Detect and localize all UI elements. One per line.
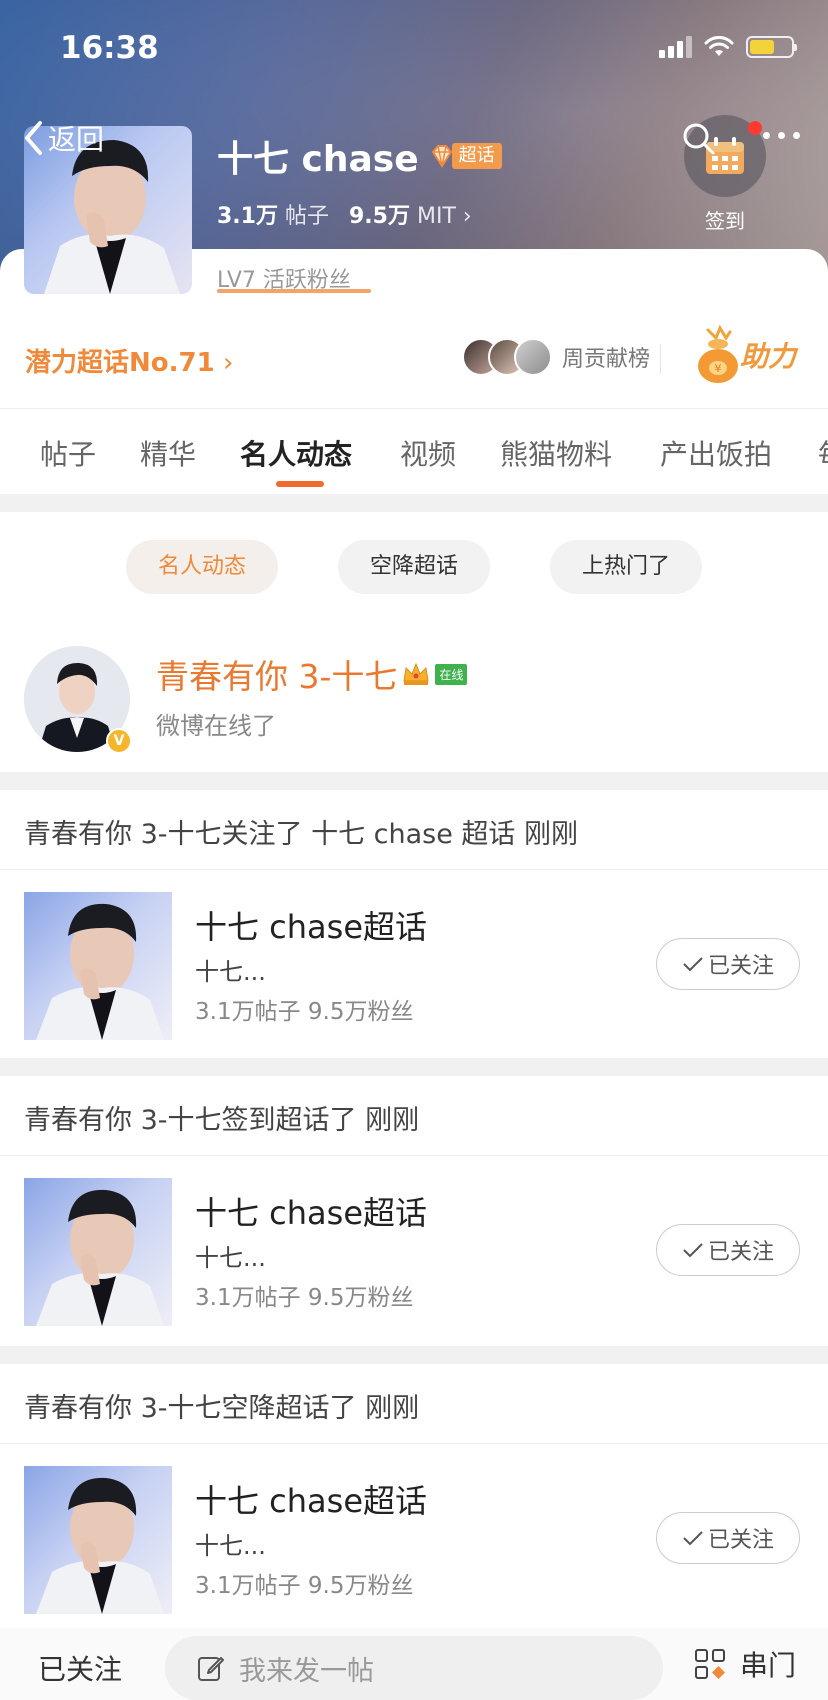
bottom-action-bar: 已关注 我来发一帖 串门 <box>0 1628 828 1700</box>
status-icons <box>659 36 797 58</box>
checkin-label: 签到 <box>705 209 745 233</box>
followed-status-button[interactable]: 已关注 <box>38 1648 122 1688</box>
chevron-left-icon <box>25 121 42 155</box>
followed-label: 已关注 <box>707 1240 774 1265</box>
filter-celebrity-news[interactable]: 名人动态 <box>126 540 278 594</box>
checkmark-icon <box>683 1243 703 1258</box>
tab-featured[interactable]: 精华 <box>140 433 196 473</box>
potential-rank[interactable]: 潜力超话No.71 › <box>25 342 233 379</box>
visit-button[interactable]: 串门 <box>694 1644 796 1684</box>
tab-bar: 帖子 精华 名人动态 视频 熊猫物料 产出饭拍 每 <box>0 408 828 494</box>
followed-button[interactable]: 已关注 <box>656 1224 800 1276</box>
fan-level[interactable]: LV7 活跃粉丝 <box>217 262 351 300</box>
help-label: 助力 <box>740 340 797 373</box>
edit-icon <box>198 1657 224 1681</box>
topic-card-title: 十七 chase超话 <box>195 1194 428 1232</box>
visit-label: 串门 <box>740 1649 797 1682</box>
money-bag-icon: ¥ <box>698 324 738 383</box>
online-badge: 在线 <box>435 663 468 685</box>
tab-posts[interactable]: 帖子 <box>40 433 96 473</box>
posts-stat: 3.1万 帖子 <box>217 204 329 229</box>
chevron-right-icon: › <box>214 348 234 378</box>
topic-card-title: 十七 chase超话 <box>195 908 428 946</box>
topic-title: 十七 chase <box>217 139 419 180</box>
status-bar: 16:38 <box>0 0 828 100</box>
svg-text:¥: ¥ <box>715 362 722 375</box>
activity-header: 青春有你 3-十七关注了 十七 chase 超话 刚刚 <box>0 790 828 870</box>
tab-celebrity-news[interactable]: 名人动态 <box>240 433 352 473</box>
tab-more[interactable]: 每 <box>818 433 828 473</box>
filter-row: 名人动态 空降超话 上热门了 <box>0 540 828 596</box>
super-topic-label: 超话 <box>451 143 502 169</box>
back-label: 返回 <box>48 123 105 156</box>
activity-text: 青春有你 3-十七关注了 十七 chase 超话 刚刚 <box>24 819 579 850</box>
super-topic-badge: 超话 <box>429 141 502 171</box>
back-button[interactable]: 返回 <box>22 118 104 158</box>
topic-card[interactable]: 十七 chase超话 十七... 3.1万帖子 9.5万粉丝 已关注 <box>0 1156 828 1346</box>
topic-card-stats: 3.1万帖子 9.5万粉丝 <box>195 1285 414 1311</box>
topic-card-stats: 3.1万帖子 9.5万粉丝 <box>195 1573 414 1599</box>
fans-stat: 9.5万 MIT › <box>349 204 472 229</box>
topic-thumbnail <box>24 1466 172 1614</box>
section-divider <box>0 494 828 512</box>
topic-card[interactable]: 十七 chase超话 十七... 3.1万帖子 9.5万粉丝 已关注 <box>0 870 828 1060</box>
crown-icon <box>403 662 429 685</box>
level-underline <box>217 289 371 293</box>
topic-card-subtitle: 十七... <box>195 958 266 986</box>
topic-thumbnail <box>24 1178 172 1326</box>
followed-label: 已关注 <box>707 954 774 979</box>
tab-fan-photos[interactable]: 产出饭拍 <box>660 433 772 473</box>
topic-card-stats: 3.1万帖子 9.5万粉丝 <box>195 999 414 1025</box>
activity-header: 青春有你 3-十七签到超话了 刚刚 <box>0 1076 828 1156</box>
grid-icon <box>695 1649 725 1679</box>
celebrity-name-row: 青春有你 3-十七 在线 <box>156 650 468 698</box>
filter-trending[interactable]: 上热门了 <box>550 540 702 594</box>
more-icon[interactable] <box>763 132 800 139</box>
avatar <box>514 338 552 376</box>
help-boost-button[interactable]: ¥ 助力 <box>690 324 796 386</box>
checkmark-icon <box>683 957 703 972</box>
topic-card-title: 十七 chase超话 <box>195 1482 428 1520</box>
celebrity-name[interactable]: 青春有你 3-十七 <box>156 650 397 698</box>
topic-card[interactable]: 十七 chase超话 十七... 3.1万帖子 9.5万粉丝 已关注 <box>0 1444 828 1634</box>
followed-label: 已关注 <box>707 1528 774 1553</box>
search-icon[interactable] <box>682 122 716 156</box>
status-time: 16:38 <box>60 30 159 66</box>
activity-header: 青春有你 3-十七空降超话了 刚刚 <box>0 1364 828 1444</box>
potential-row: 潜力超话No.71 › 周贡献榜 ¥ 助力 <box>0 310 828 410</box>
contribution-board[interactable]: 周贡献榜 <box>462 338 650 376</box>
filter-airdrop[interactable]: 空降超话 <box>338 540 490 594</box>
battery-icon <box>746 36 797 58</box>
signal-icon <box>659 36 692 58</box>
active-tab-indicator <box>276 481 324 487</box>
tab-panda-materials[interactable]: 熊猫物料 <box>500 433 612 473</box>
section-divider <box>0 772 828 790</box>
tab-videos[interactable]: 视频 <box>400 433 456 473</box>
verified-badge: V <box>106 728 132 754</box>
topic-thumbnail <box>24 892 172 1040</box>
followed-button[interactable]: 已关注 <box>656 938 800 990</box>
chevron-right-icon: › <box>462 204 472 229</box>
post-input[interactable]: 我来发一帖 <box>165 1636 663 1700</box>
topic-card-subtitle: 十七... <box>195 1532 266 1560</box>
diamond-icon <box>431 145 452 168</box>
battery-fill <box>750 40 774 54</box>
celebrity-status: 微博在线了 <box>156 712 276 740</box>
activity-text: 青春有你 3-十七签到超话了 刚刚 <box>24 1105 420 1136</box>
topic-title-row: 十七 chase 超话 <box>217 130 502 182</box>
post-input-placeholder: 我来发一帖 <box>239 1655 374 1687</box>
celebrity-row[interactable]: V 青春有你 3-十七 在线 微博在线了 <box>0 640 828 770</box>
section-divider <box>0 1346 828 1364</box>
section-divider <box>0 1058 828 1076</box>
contribution-label: 周贡献榜 <box>562 347 651 372</box>
topic-stats[interactable]: 3.1万 帖子 9.5万 MIT › <box>217 198 472 230</box>
checkmark-icon <box>683 1531 703 1546</box>
activity-text: 青春有你 3-十七空降超话了 刚刚 <box>24 1393 420 1424</box>
divider <box>660 344 661 374</box>
notification-dot <box>748 121 762 135</box>
wifi-icon <box>704 36 734 56</box>
topic-card-subtitle: 十七... <box>195 1244 266 1272</box>
followed-button[interactable]: 已关注 <box>656 1512 800 1564</box>
